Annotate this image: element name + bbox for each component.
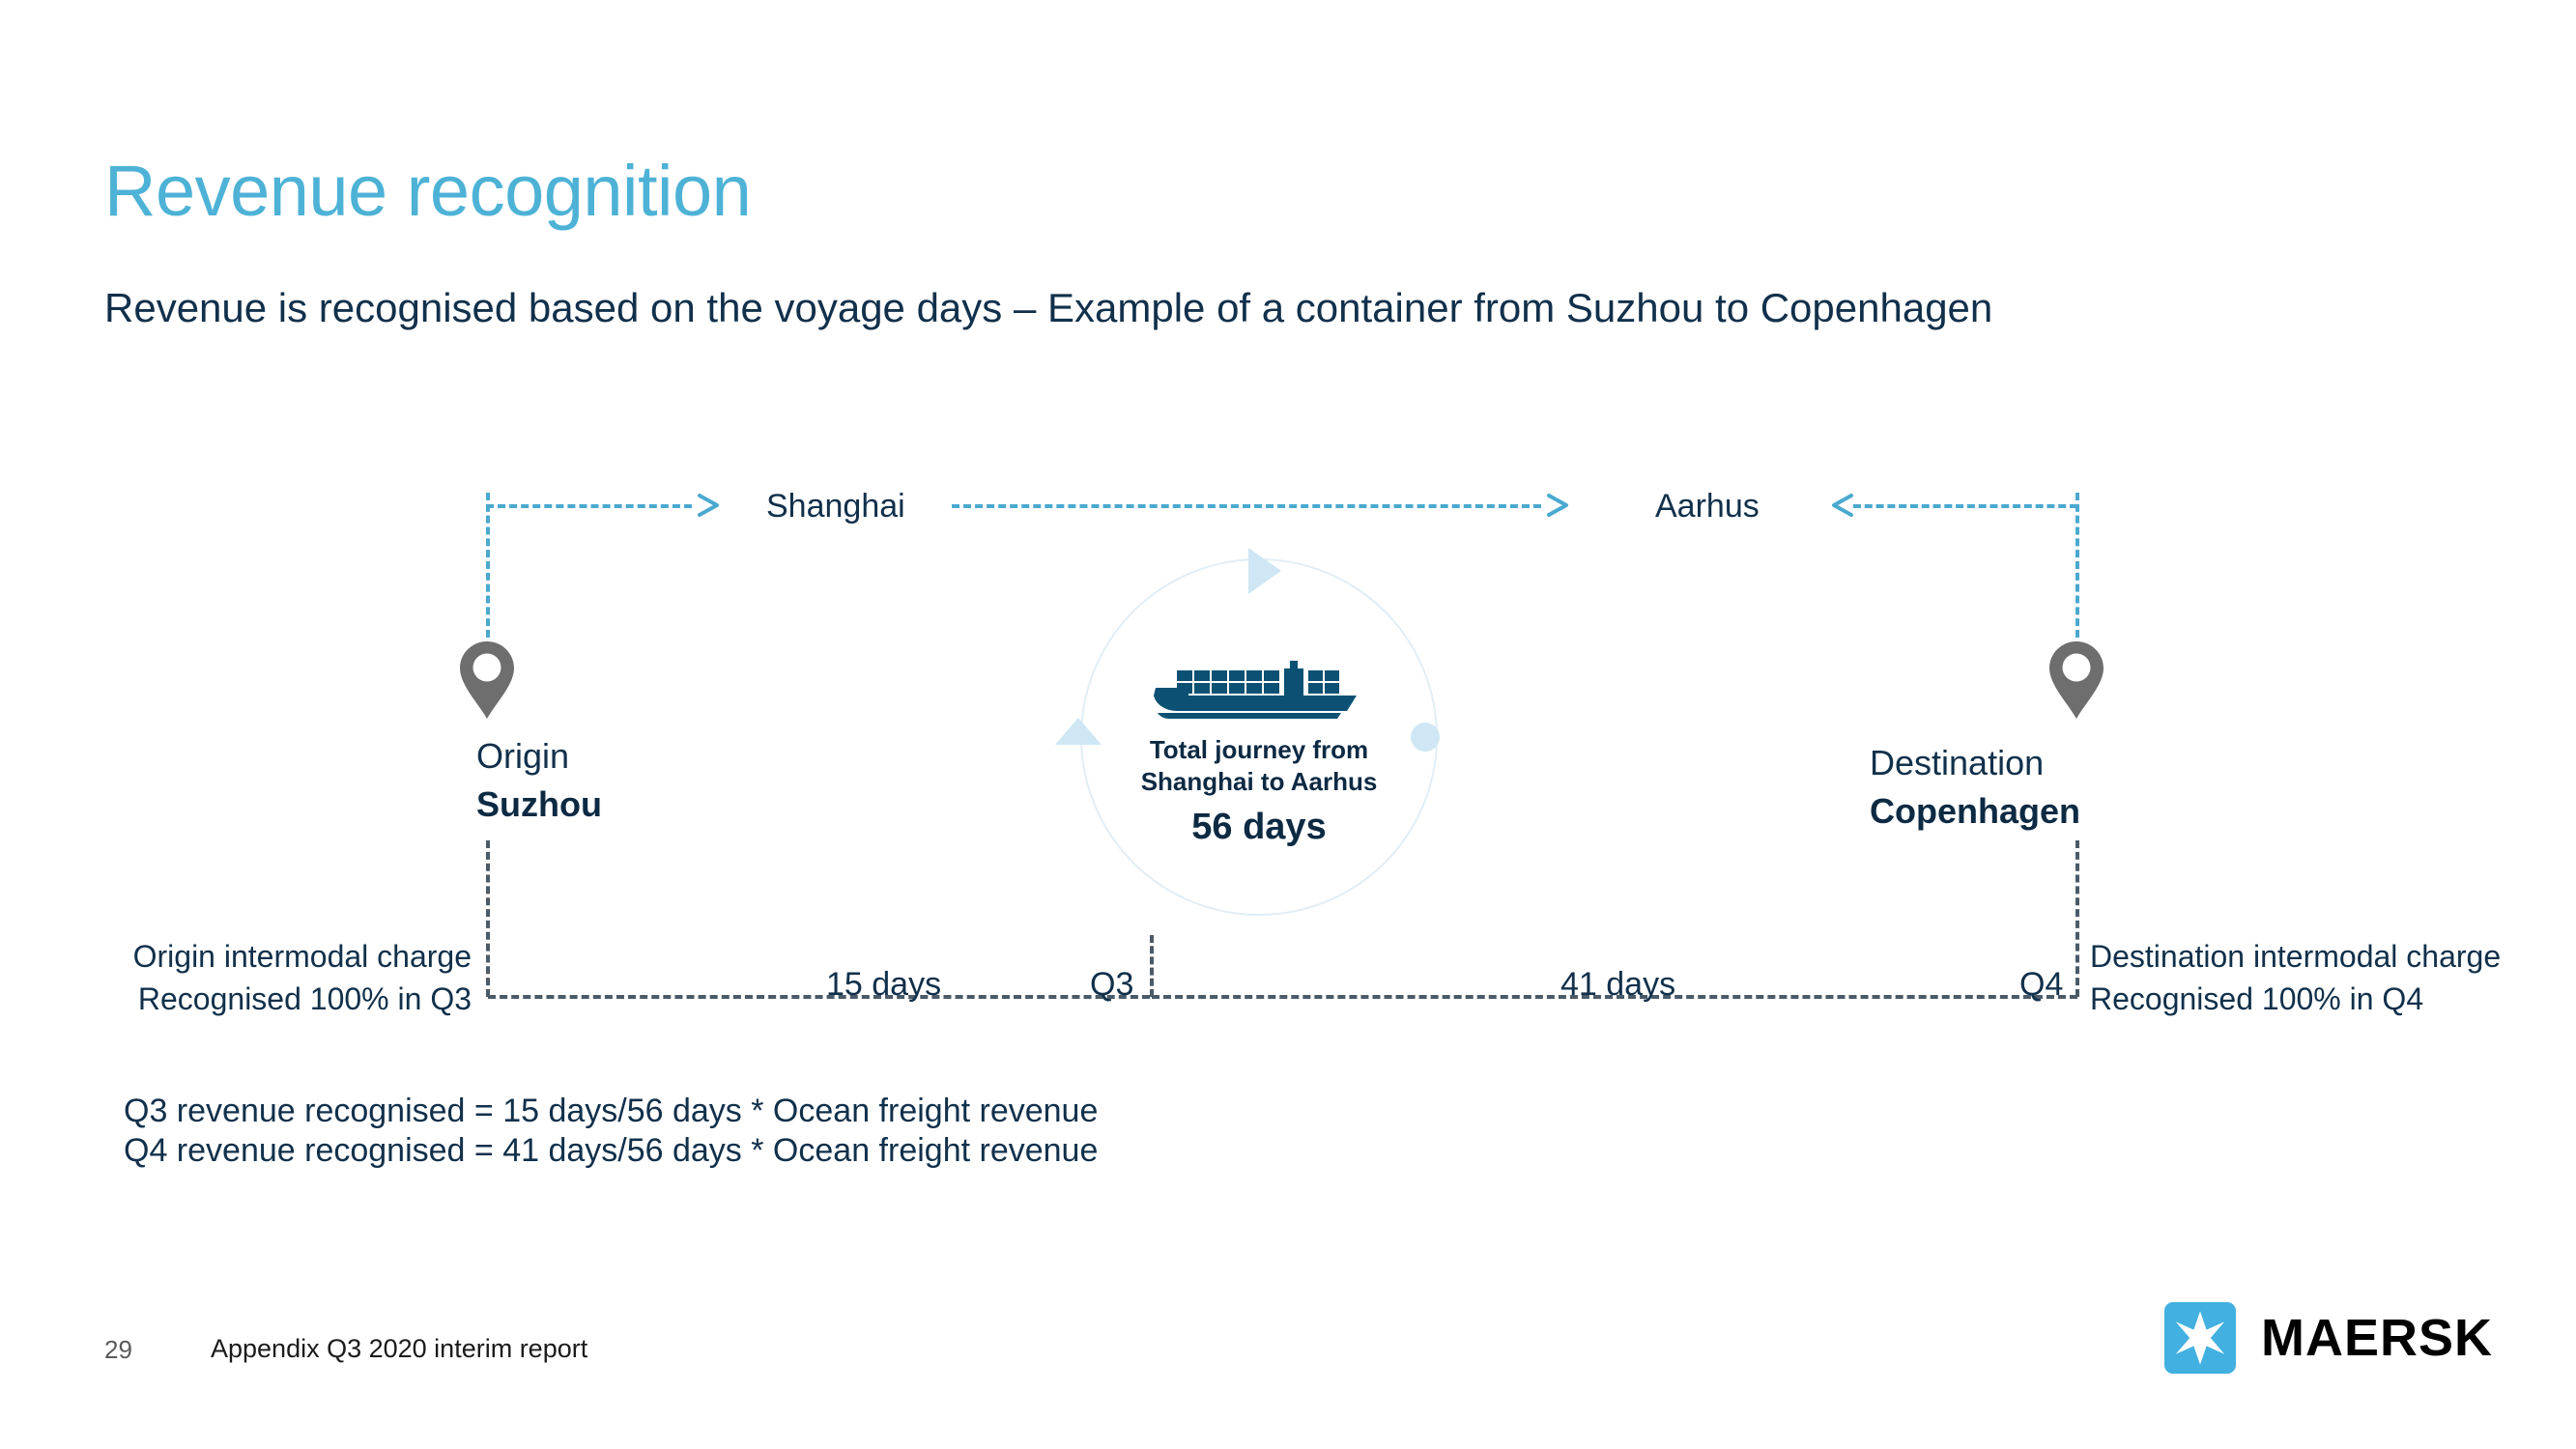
- journey-caption: Total journey from Shanghai to Aarhus 56…: [1090, 734, 1428, 851]
- origin-kind-label: Origin: [476, 736, 570, 776]
- quarter-boundary-divider: [1150, 935, 1154, 997]
- footer-note: Appendix Q3 2020 interim report: [211, 1334, 588, 1363]
- destination-boundary-divider: [2075, 840, 2079, 997]
- formula-line-q3: Q3 revenue recognised = 15 days/56 days …: [124, 1093, 1099, 1129]
- destination-kind-label: Destination: [1870, 743, 2045, 782]
- arrow-right-icon: [692, 489, 725, 522]
- page-title: Revenue recognition: [104, 151, 752, 231]
- origin-charge-line1: Origin intermodal charge: [132, 939, 472, 974]
- destination-city-label: Copenhagen: [1870, 791, 2081, 831]
- page-number: 29: [104, 1335, 132, 1364]
- container-ship-icon: [1148, 659, 1362, 719]
- journey-duration: 56 days: [1191, 807, 1327, 847]
- journey-caption-line2: Shanghai to Aarhus: [1140, 767, 1378, 796]
- origin-endpoint: Origin Suzhou: [476, 732, 602, 829]
- port-label-shanghai: Shanghai: [766, 488, 905, 525]
- origin-to-shanghai-line: [486, 504, 692, 508]
- journey-caption-line1: Total journey from: [1149, 735, 1369, 764]
- origin-intermodal-charge-note: Origin intermodal charge Recognised 100%…: [106, 935, 472, 1020]
- triangle-right-icon: [1245, 546, 1283, 596]
- map-pin-icon: [457, 639, 517, 721]
- origin-riser-line: [486, 493, 490, 638]
- maersk-wordmark: MAERSK: [2261, 1309, 2494, 1367]
- maersk-logo: MAERSK: [2164, 1302, 2493, 1374]
- port-label-aarhus: Aarhus: [1655, 488, 1760, 525]
- destination-endpoint: Destination Copenhagen: [1870, 739, 2080, 836]
- destination-riser-line: [2075, 493, 2079, 638]
- segment-label-q4: Q4: [2019, 966, 2064, 1003]
- destination-charge-line1: Destination intermodal charge: [2090, 939, 2502, 974]
- timeline-segment-q3: [488, 995, 1150, 999]
- aarhus-to-destination-line: [1853, 504, 2077, 508]
- formula-line-q4: Q4 revenue recognised = 41 days/56 days …: [124, 1132, 1099, 1169]
- segment-label-q4-days: 41 days: [1560, 966, 1676, 1003]
- map-pin-icon: [2046, 639, 2106, 721]
- arrow-right-icon: [1541, 489, 1574, 522]
- page-subtitle: Revenue is recognised based on the voyag…: [104, 285, 1993, 330]
- origin-boundary-divider: [486, 840, 490, 997]
- revenue-formula-block: Q3 revenue recognised = 15 days/56 days …: [124, 1092, 1098, 1171]
- maersk-seven-point-star-icon: [2164, 1302, 2236, 1374]
- segment-label-q3: Q3: [1090, 966, 1134, 1003]
- origin-charge-line2: Recognised 100% in Q3: [137, 981, 472, 1016]
- destination-intermodal-charge-note: Destination intermodal charge Recognised…: [2090, 935, 2501, 1020]
- ocean-leg-line: [952, 504, 1541, 508]
- origin-city-label: Suzhou: [476, 784, 602, 824]
- destination-charge-line2: Recognised 100% in Q4: [2090, 981, 2424, 1016]
- segment-label-q3-days: 15 days: [826, 966, 942, 1003]
